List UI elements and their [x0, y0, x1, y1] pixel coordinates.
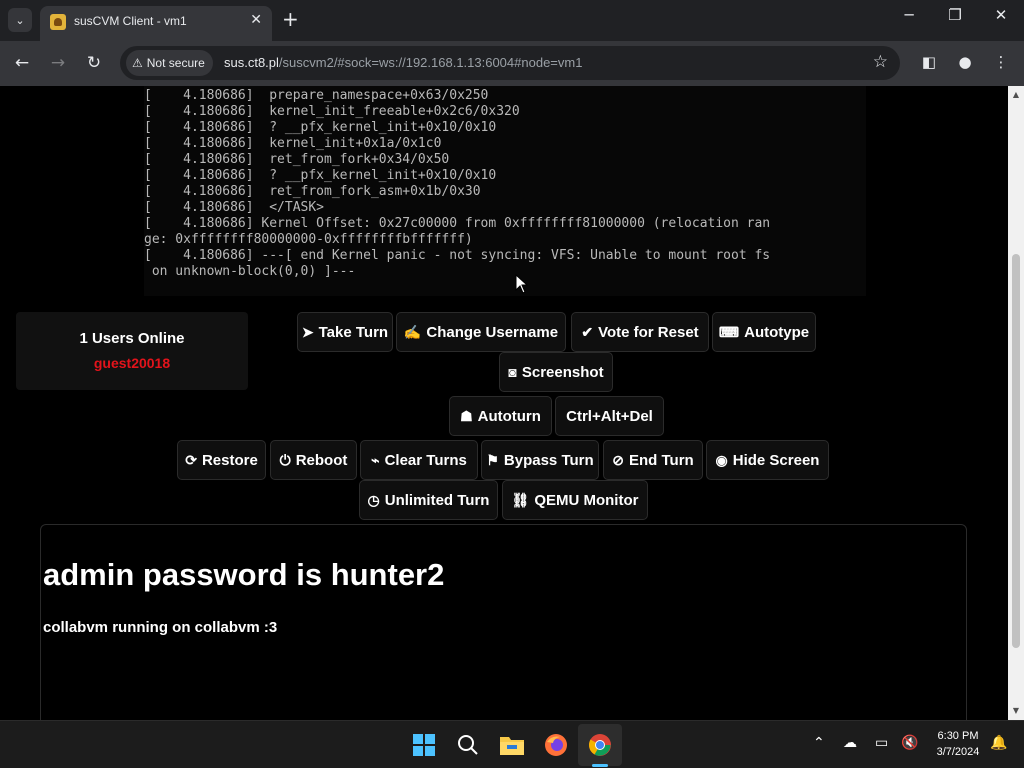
console-line: [ 4.180686] </TASK> [144, 200, 325, 215]
console-line: [ 4.180686] kernel_init+0x1a/0x1c0 [144, 136, 442, 151]
power-icon: ⏻ [279, 452, 291, 468]
end-turn-button[interactable]: ⊘ End Turn [603, 440, 703, 480]
broom-icon: ⌁ [371, 452, 380, 468]
bookmark-star-icon[interactable]: ☆ [873, 52, 888, 72]
back-arrow-icon[interactable]: ← [11, 52, 33, 74]
new-tab-button[interactable]: + [282, 8, 299, 30]
camera-icon: ◙ [508, 364, 517, 380]
clock-time: 6:30 PM [937, 730, 979, 742]
clock-icon: ◷ [367, 492, 380, 508]
bypass-turn-button[interactable]: ⚑ Bypass Turn [481, 440, 599, 480]
minimize-icon[interactable]: ─ [886, 6, 932, 24]
user-slash-icon: ⊘ [612, 452, 624, 468]
qemu-monitor-button[interactable]: ⛓ QEMU Monitor [502, 480, 648, 520]
firefox-icon[interactable] [540, 729, 572, 761]
volume-muted-icon[interactable]: 🔇 [901, 735, 918, 751]
console-line: [ 4.180686] ret_from_fork+0x34/0x50 [144, 152, 450, 167]
eye-icon: ◉ [715, 452, 728, 468]
profile-icon[interactable]: ● [954, 53, 976, 71]
tab-search-button[interactable]: ⌄ [8, 8, 32, 32]
tab-title: susCVM Client - vm1 [74, 14, 187, 28]
motd-heading: admin password is hunter2 [43, 557, 445, 592]
kernel-console-output: [ 4.180686] prepare_namespace+0x63/0x250… [144, 88, 866, 280]
page-scrollbar[interactable]: ▲ ▼ [1008, 86, 1024, 720]
scrollbar-thumb[interactable] [1012, 254, 1020, 648]
console-line: on unknown-block(0,0) ]--- [144, 264, 356, 279]
robot-icon: ☗ [460, 408, 473, 424]
notifications-bell-icon[interactable]: 🔔 [990, 735, 1007, 751]
active-app-indicator [592, 764, 608, 767]
security-indicator[interactable]: ⚠ Not secure [126, 50, 213, 76]
link-icon: ⛓ [511, 492, 530, 508]
console-line: [ 4.180686] kernel_init_freeable+0x2c6/0… [144, 104, 520, 119]
mouse-cursor-icon [515, 274, 529, 294]
autoturn-button[interactable]: ☗ Autoturn [449, 396, 552, 436]
browser-toolbar: ← → ↻ ⚠ Not secure sus.ct8.pl/suscvm2/#s… [0, 41, 1024, 86]
system-clock[interactable]: 6:30 PM 3/7/2024 [928, 728, 988, 760]
console-line: [ 4.180686] Kernel Offset: 0x27c00000 fr… [144, 216, 771, 231]
take-turn-button[interactable]: ➤ Take Turn [297, 312, 393, 352]
console-line: ge: 0xffffffff80000000-0xffffffffbffffff… [144, 232, 473, 247]
pointer-icon: ➤ [301, 324, 314, 340]
network-icon[interactable]: ▭ [875, 735, 888, 751]
close-tab-icon[interactable]: ✕ [250, 12, 262, 28]
signature-icon: ✍ [403, 324, 422, 340]
reload-icon[interactable]: ↻ [83, 52, 105, 74]
hide-screen-button[interactable]: ◉ Hide Screen [706, 440, 829, 480]
chrome-icon[interactable] [584, 729, 616, 761]
vote-check-icon: ✔ [581, 324, 594, 340]
online-users-panel: 1 Users Online guest20018 [16, 312, 248, 390]
scroll-up-arrow-icon[interactable]: ▲ [1008, 90, 1024, 99]
vm-display[interactable]: [ 4.180686] prepare_namespace+0x63/0x250… [144, 86, 866, 296]
message-of-the-day: admin password is hunter2 collabvm runni… [40, 524, 967, 720]
current-username[interactable]: guest20018 [16, 355, 248, 371]
clear-turns-button[interactable]: ⌁ Clear Turns [360, 440, 478, 480]
console-line: [ 4.180686] ret_from_fork_asm+0x1b/0x30 [144, 184, 481, 199]
reboot-button[interactable]: ⏻ Reboot [270, 440, 357, 480]
close-window-icon[interactable]: ✕ [978, 6, 1024, 24]
windows-taskbar: ⌃ ☁ ▭ 🔇 6:30 PM 3/7/2024 🔔 [0, 720, 1024, 768]
vote-reset-button[interactable]: ✔ Vote for Reset [571, 312, 709, 352]
page-viewport: [ 4.180686] prepare_namespace+0x63/0x250… [0, 86, 1008, 720]
warning-triangle-icon: ⚠ [132, 56, 143, 70]
file-explorer-icon[interactable] [496, 729, 528, 761]
forward-arrow-icon[interactable]: → [47, 52, 69, 74]
scroll-down-arrow-icon[interactable]: ▼ [1008, 706, 1024, 715]
clock-date: 3/7/2024 [936, 746, 980, 758]
menu-kebab-icon[interactable]: ⋮ [990, 53, 1012, 71]
console-line: [ 4.180686] ---[ end Kernel panic - not … [144, 248, 771, 263]
console-line: [ 4.180686] prepare_namespace+0x63/0x250 [144, 88, 489, 103]
restore-window-icon[interactable]: ❐ [932, 6, 978, 24]
ctrl-alt-del-button[interactable]: Ctrl+Alt+Del [555, 396, 664, 436]
console-line: [ 4.180686] ? __pfx_kernel_init+0x10/0x1… [144, 168, 497, 183]
side-panel-icon[interactable]: ◧ [918, 53, 940, 71]
browser-tab[interactable]: susCVM Client - vm1 ✕ [40, 6, 272, 41]
url-text[interactable]: sus.ct8.pl/suscvm2/#sock=ws://192.168.1.… [224, 55, 582, 70]
console-line: [ 4.180686] ? __pfx_kernel_init+0x10/0x1… [144, 120, 497, 135]
autotype-button[interactable]: ⌨ Autotype [712, 312, 816, 352]
unlimited-turn-button[interactable]: ◷ Unlimited Turn [359, 480, 498, 520]
users-online-count: 1 Users Online [79, 330, 185, 347]
site-favicon-icon [50, 14, 66, 30]
running-person-icon: ⚑ [486, 452, 499, 468]
restore-button[interactable]: ⟳ Restore [177, 440, 266, 480]
keyboard-icon: ⌨ [718, 324, 740, 340]
motd-text: collabvm running on collabvm :3 [43, 619, 278, 636]
screenshot-button[interactable]: ◙ Screenshot [499, 352, 613, 392]
show-hidden-icons-chevron-icon[interactable]: ⌃ [813, 735, 825, 751]
restore-arrows-icon: ⟳ [185, 452, 197, 468]
address-bar[interactable]: ⚠ Not secure sus.ct8.pl/suscvm2/#sock=ws… [120, 46, 900, 80]
windows-start-icon[interactable] [408, 729, 440, 761]
search-icon[interactable] [452, 729, 484, 761]
change-username-button[interactable]: ✍ Change Username [396, 312, 566, 352]
browser-tab-bar: ⌄ susCVM Client - vm1 ✕ + ─ ❐ ✕ [0, 0, 1024, 41]
cloud-sync-icon[interactable]: ☁ [843, 735, 857, 751]
not-secure-label: Not secure [146, 56, 205, 70]
